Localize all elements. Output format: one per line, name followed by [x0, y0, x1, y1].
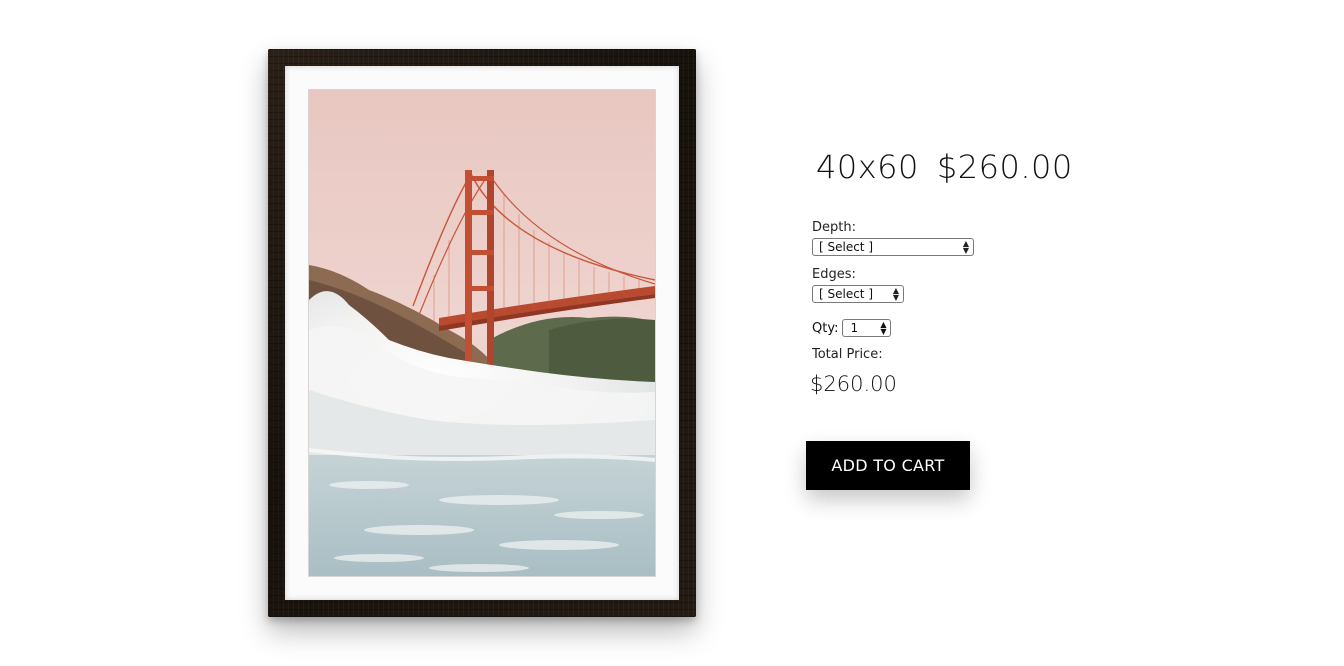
size-price-heading: 40x60 $260.00	[816, 148, 1073, 186]
qty-select-value: 1	[850, 321, 859, 335]
price-label: $260.00	[936, 148, 1073, 186]
up-down-arrow-icon: ▲ ▼	[880, 320, 887, 336]
depth-select-value: [ Select ]	[819, 240, 874, 254]
qty-label: Qty:	[812, 320, 839, 336]
depth-label: Depth:	[812, 220, 856, 235]
add-to-cart-label: ADD TO CART	[831, 456, 945, 475]
print-mat	[285, 66, 679, 600]
size-label: 40x60	[816, 148, 919, 186]
product-photo	[309, 90, 655, 576]
qty-select[interactable]: 1 ▲ ▼	[842, 319, 892, 337]
add-to-cart-button[interactable]: ADD TO CART	[806, 441, 970, 490]
framed-print	[268, 49, 696, 617]
edges-select[interactable]: [ Select ] ▲ ▼	[812, 285, 904, 303]
total-price-label: Total Price:	[812, 347, 883, 362]
product-page: 40x60 $260.00 Depth: [ Select ] ▲ ▼ Edges:…	[0, 0, 1344, 666]
total-price-value: $260.00	[810, 372, 897, 396]
qty-row: Qty: 1 ▲ ▼	[812, 319, 892, 337]
edges-select-value: [ Select ]	[819, 287, 874, 301]
up-down-arrow-icon: ▲ ▼	[892, 286, 899, 302]
edges-label: Edges:	[812, 267, 856, 282]
depth-select[interactable]: [ Select ] ▲ ▼	[812, 238, 974, 256]
up-down-arrow-icon: ▲ ▼	[962, 239, 969, 255]
